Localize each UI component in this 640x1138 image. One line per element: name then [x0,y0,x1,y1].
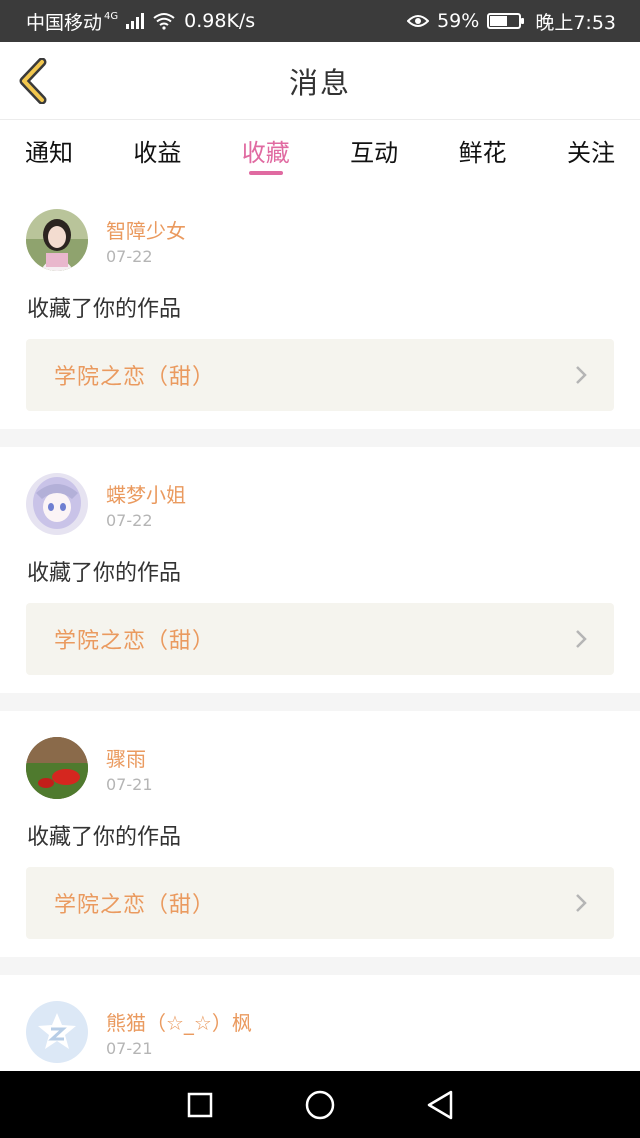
back-triangle-icon [427,1090,453,1119]
message-list: 智障少女 07-22 收藏了你的作品 学院之恋（甜） 蝶梦小姐 07-22 收藏… [0,183,640,1138]
user-name[interactable]: 熊猫（☆_☆）枫 [106,1007,252,1036]
work-link[interactable]: 学院之恋（甜） [26,867,614,939]
divider [0,957,640,975]
user-name[interactable]: 蝶梦小姐 [106,479,186,508]
back-button[interactable] [16,57,52,105]
tab-label: 互动 [350,139,399,167]
work-link[interactable]: 学院之恋（甜） [26,339,614,411]
status-right: 59% 晚上7:53 [407,8,616,35]
recent-apps-button[interactable] [183,1088,217,1122]
wifi-icon [153,13,175,30]
messages-screen: 中国移动 4G 0.98K/s 59% 晚上7:53 消息 通知 收益 收藏 互… [0,0,640,1138]
system-back-button[interactable] [423,1088,457,1122]
eye-icon [407,15,430,27]
avatar[interactable] [26,737,88,799]
tab-notifications[interactable]: 通知 [25,121,73,183]
tab-label: 收益 [133,139,182,167]
network-type: 4G [104,10,119,22]
tab-bar: 通知 收益 收藏 互动 鲜花 关注 [0,121,640,183]
page-title: 消息 [288,65,351,100]
home-icon [305,1090,335,1119]
message-date: 07-22 [106,247,153,266]
tab-label: 收藏 [241,139,290,167]
list-item: 智障少女 07-22 收藏了你的作品 学院之恋（甜） [0,183,640,429]
clock: 晚上7:53 [535,11,616,34]
tab-interactions[interactable]: 互动 [350,121,398,183]
tab-label: 通知 [25,139,73,167]
avatar[interactable] [26,473,88,535]
message-date: 07-21 [106,1039,153,1058]
message-date: 07-21 [106,775,153,794]
divider [0,693,640,711]
chevron-right-icon [576,894,587,912]
divider [0,429,640,447]
tab-following[interactable]: 关注 [567,121,615,183]
message-text: 收藏了你的作品 [27,825,182,850]
signal-icon [126,13,145,29]
tab-flowers[interactable]: 鲜花 [459,121,507,183]
message-date: 07-22 [106,511,153,530]
user-name[interactable]: 骤雨 [106,743,146,772]
list-item: 蝶梦小姐 07-22 收藏了你的作品 学院之恋（甜） [0,447,640,693]
message-text: 收藏了你的作品 [27,297,182,322]
network-speed: 0.98K/s [184,10,256,32]
header: 消息 [0,42,640,120]
carrier-name: 中国移动 [26,11,103,34]
work-title: 学院之恋（甜） [54,893,216,918]
work-link[interactable]: 学院之恋（甜） [26,603,614,675]
tab-label: 关注 [566,139,615,167]
tab-label: 鲜花 [458,139,507,167]
tab-earnings[interactable]: 收益 [133,121,181,183]
tab-favorites[interactable]: 收藏 [242,121,290,183]
list-item: 骤雨 07-21 收藏了你的作品 学院之恋（甜） [0,711,640,957]
tab-indicator [248,171,283,175]
status-bar: 中国移动 4G 0.98K/s 59% 晚上7:53 [0,0,640,42]
status-left: 中国移动 4G 0.98K/s [26,8,255,35]
battery-percent: 59% [437,10,480,32]
recent-apps-icon [187,1092,213,1117]
work-title: 学院之恋（甜） [54,629,216,654]
home-button[interactable] [303,1088,337,1122]
avatar[interactable] [26,1001,88,1063]
chevron-right-icon [576,366,587,384]
avatar[interactable] [26,209,88,271]
work-title: 学院之恋（甜） [54,365,216,390]
user-name[interactable]: 智障少女 [106,215,186,244]
chevron-right-icon [576,630,587,648]
battery-icon [487,13,525,29]
system-nav-bar [0,1071,640,1138]
back-chevron-icon [19,57,47,105]
message-text: 收藏了你的作品 [27,561,182,586]
